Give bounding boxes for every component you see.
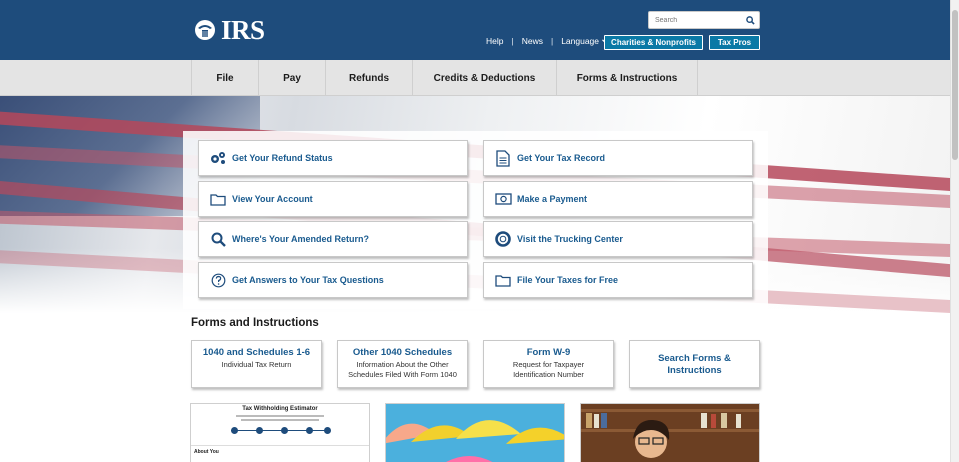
scrollbar-thumb[interactable] [952,10,958,160]
tile-label: Make a Payment [517,194,588,204]
form-card-w9[interactable]: Form W-9 Request for Taxpayer Identifica… [483,340,614,388]
gears-icon [209,149,227,167]
money-icon [494,190,512,208]
estimator-title: Tax Withholding Estimator [242,406,318,412]
form-card-title: Search Forms & Instructions [658,353,731,376]
charities-nonprofits-button[interactable]: Charities & Nonprofits [604,35,703,50]
tile-tax-questions[interactable]: Get Answers to Your Tax Questions [198,262,468,298]
umbrellas-image[interactable] [385,403,565,462]
estimator-thumbnail[interactable]: Tax Withholding Estimator About You [190,403,370,462]
eagle-icon [195,20,215,40]
nav-item-pay[interactable]: Pay [258,60,325,96]
lifebuoy-icon [494,230,512,248]
document-icon [494,149,512,167]
tile-label: Where's Your Amended Return? [232,234,369,244]
nav-item-refunds[interactable]: Refunds [325,60,412,96]
form-card-subtitle: Information About the Other Schedules Fi… [348,360,457,379]
tile-label: Visit the Trucking Center [517,234,623,244]
nav-divider [697,60,698,96]
tile-file-free[interactable]: File Your Taxes for Free [483,262,753,298]
magnifier-icon [209,230,227,248]
nav-item-forms-instructions[interactable]: Forms & Instructions [556,60,697,96]
irs-logo[interactable]: IRS [193,15,265,45]
form-card-title: 1040 and Schedules 1-6 [202,347,311,358]
tile-tax-record[interactable]: Get Your Tax Record [483,140,753,176]
forms-section-heading: Forms and Instructions [191,317,319,329]
estimator-section: About You [191,445,369,458]
form-card-search-forms[interactable]: Search Forms & Instructions [629,340,760,388]
main-nav: File Pay Refunds Credits & Deductions Fo… [0,60,950,96]
tax-pros-button[interactable]: Tax Pros [709,35,760,50]
help-link[interactable]: Help [486,36,503,46]
text-line [241,419,319,421]
tile-make-payment[interactable]: Make a Payment [483,181,753,217]
tile-label: Get Answers to Your Tax Questions [232,275,384,285]
text-line [236,415,324,417]
tile-refund-status[interactable]: Get Your Refund Status [198,140,468,176]
tile-view-account[interactable]: View Your Account [198,181,468,217]
news-link[interactable]: News [522,36,543,46]
tile-label: Get Your Refund Status [232,153,333,163]
nav-item-credits-deductions[interactable]: Credits & Deductions [412,60,556,96]
search-box [648,11,760,29]
divider: | [511,36,514,46]
site-header: IRS Help | News | Language | Charities &… [0,0,950,60]
language-label: Language [561,36,600,46]
logo-wordmark: IRS [221,15,265,45]
tile-label: Get Your Tax Record [517,153,606,163]
tile-label: View Your Account [232,194,313,204]
tile-amended-return[interactable]: Where's Your Amended Return? [198,221,468,257]
form-card-other-1040[interactable]: Other 1040 Schedules Information About t… [337,340,468,388]
form-card-title: Form W-9 [526,347,571,358]
progress-steps [231,427,331,435]
student-library-image[interactable] [580,403,760,462]
form-card-subtitle: Individual Tax Return [221,360,292,369]
umbrellas-illustration [386,404,564,462]
form-card-1040[interactable]: 1040 and Schedules 1-6 Individual Tax Re… [191,340,322,388]
nav-item-file[interactable]: File [191,60,258,96]
tile-trucking-center[interactable]: Visit the Trucking Center [483,221,753,257]
library-illustration [581,404,759,462]
language-dropdown[interactable]: Language [561,36,609,46]
folder-icon [494,271,512,289]
form-card-title: Other 1040 Schedules [352,347,453,358]
folder-icon [209,190,227,208]
page-scrollbar[interactable] [950,0,959,462]
search-icon[interactable] [741,12,759,28]
search-input[interactable] [649,16,741,24]
divider: | [550,36,554,46]
form-card-subtitle: Request for Taxpayer Identification Numb… [512,360,585,379]
question-icon [209,271,227,289]
tile-label: File Your Taxes for Free [517,275,619,285]
